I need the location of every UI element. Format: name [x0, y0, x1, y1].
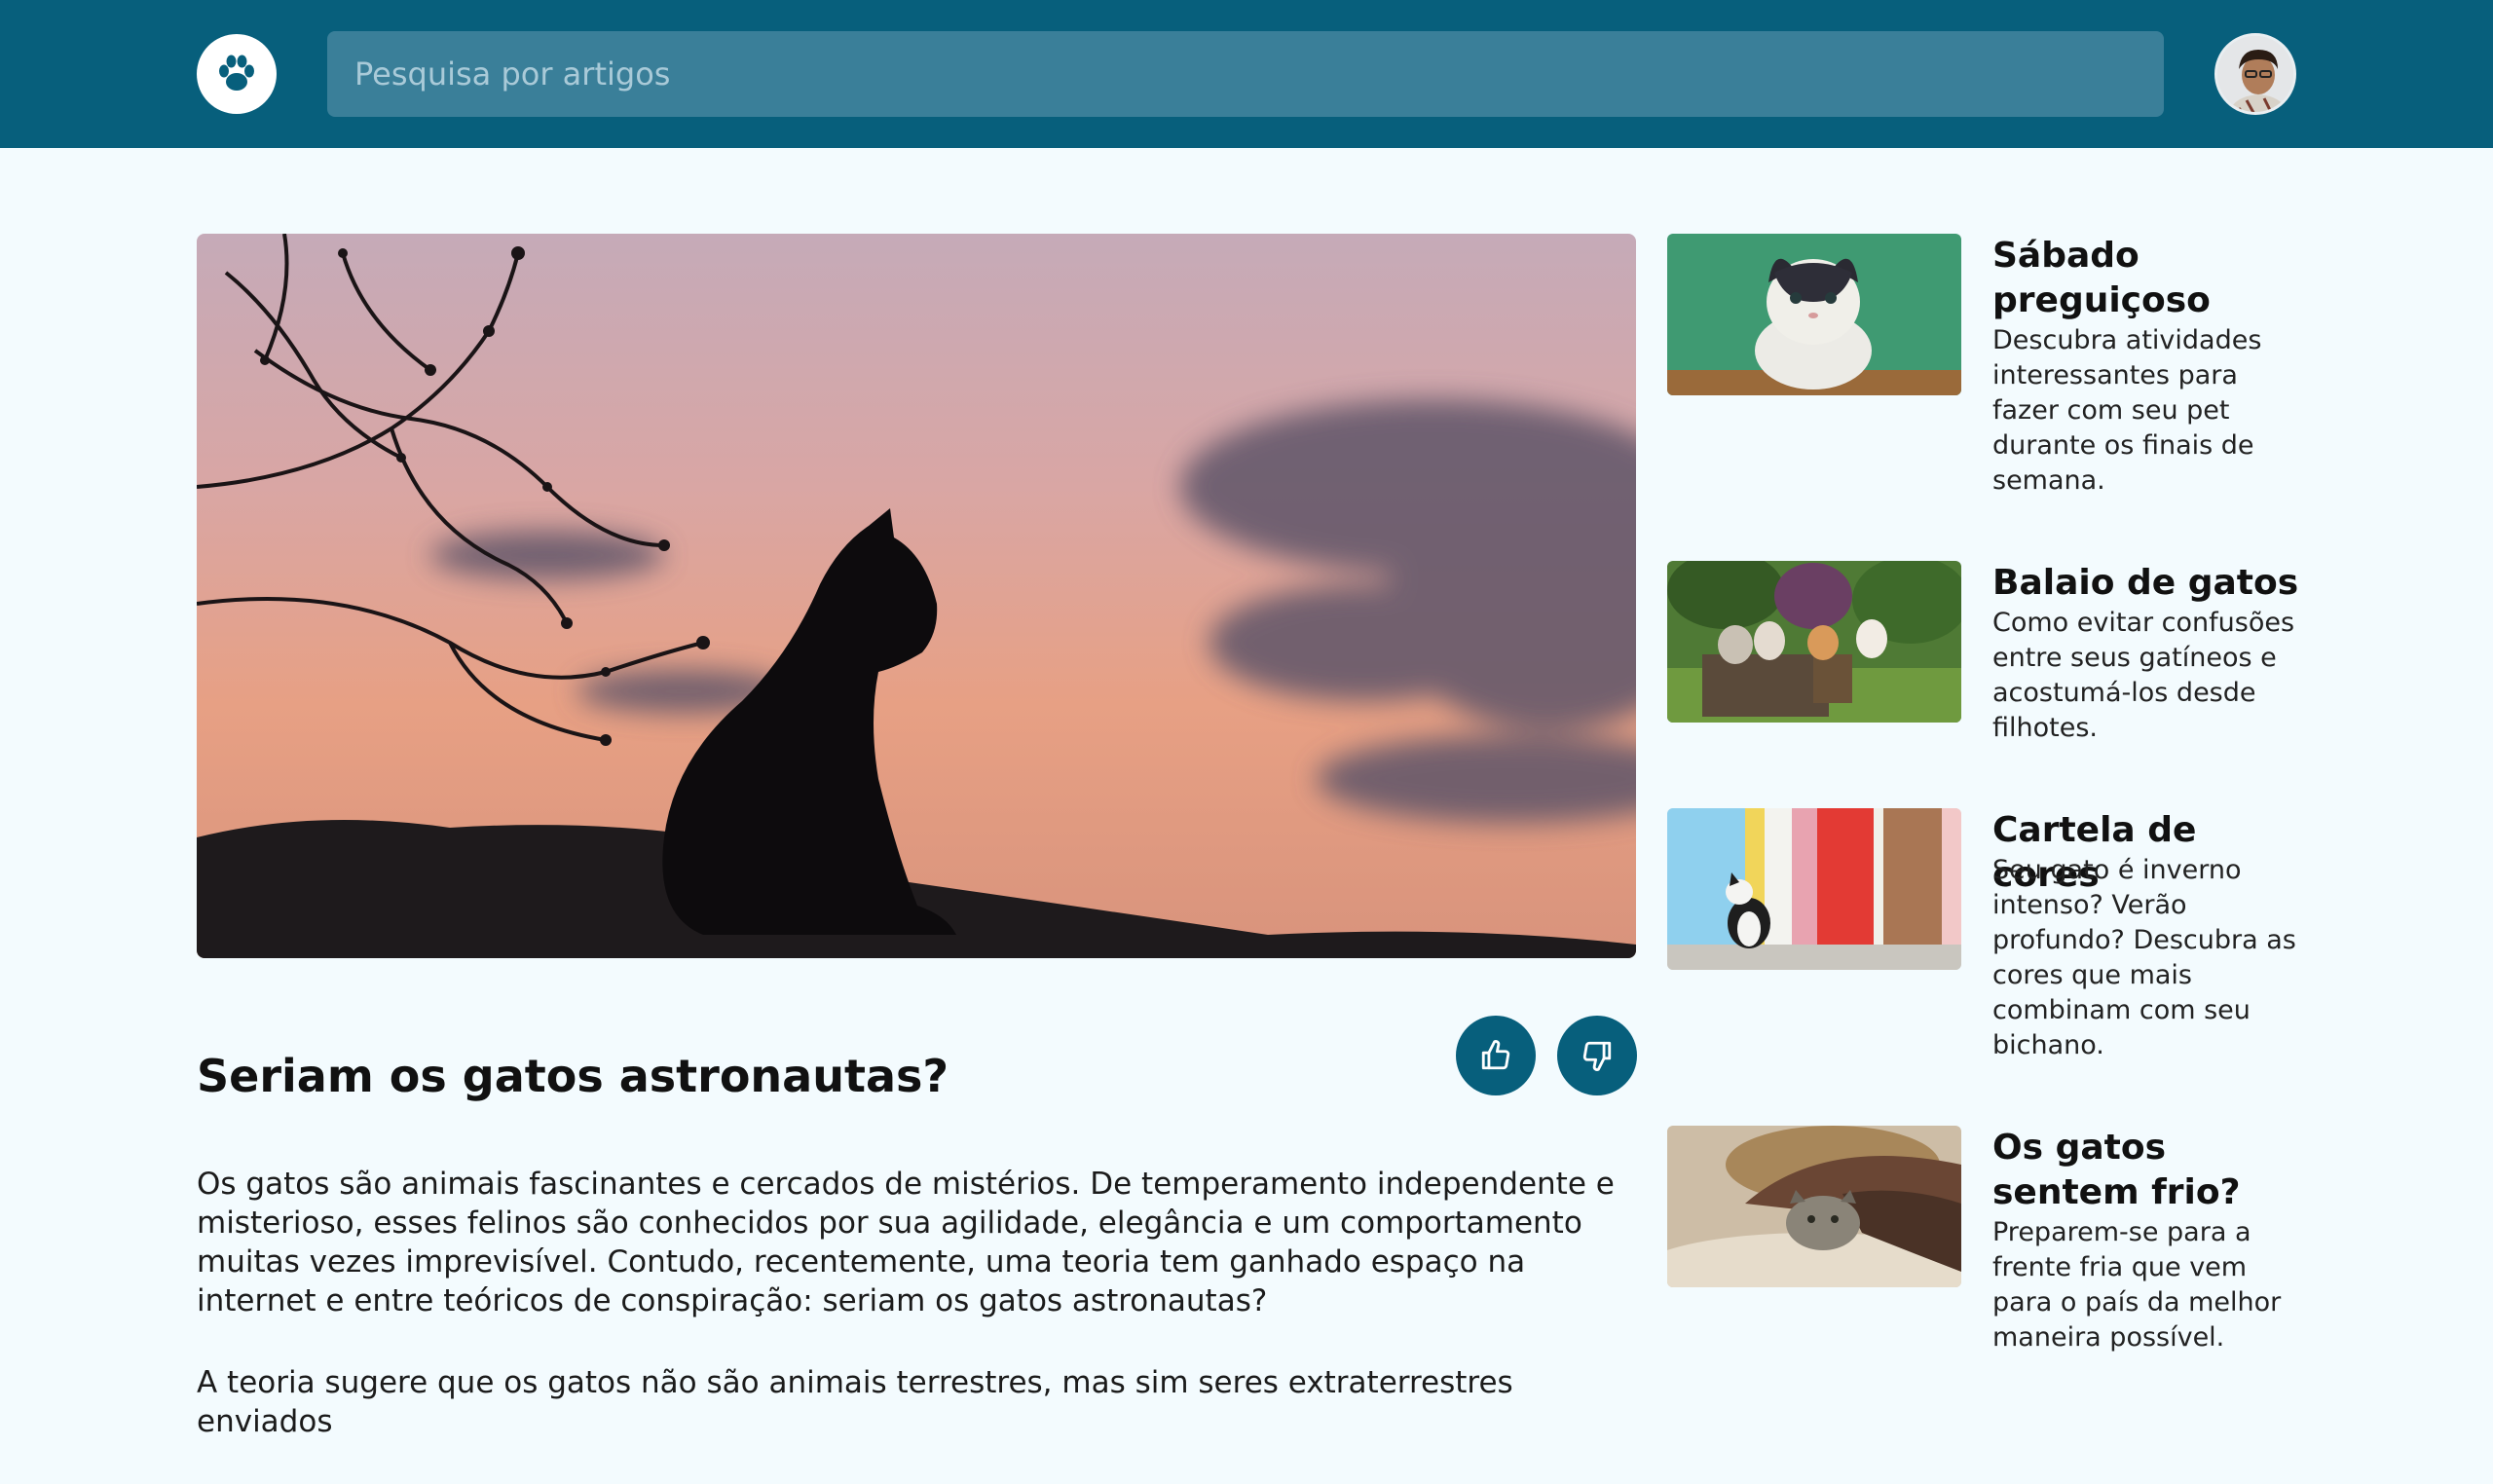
card-title: Balaio de gatos: [1992, 563, 2299, 603]
card-thumbnail: [1667, 234, 1961, 395]
article-paragraph: A teoria sugere que os gatos não são ani…: [197, 1365, 1513, 1439]
card-description: Descubra atividades interessantes para f…: [1992, 325, 2262, 496]
card-thumbnail: [1667, 1126, 1961, 1287]
card-thumbnail: [1667, 561, 1961, 723]
paw-icon: [219, 55, 254, 91]
card-title: Sábado preguiçoso: [1992, 236, 2211, 320]
top-bar: [0, 0, 2493, 148]
card-description: Preparem-se para a frente fria que vem p…: [1992, 1217, 2282, 1353]
search-input[interactable]: [354, 31, 2164, 117]
thumbs-down-icon: [1582, 1041, 1612, 1071]
hero-image: [197, 234, 1636, 958]
thumbs-up-icon: [1481, 1040, 1510, 1070]
search-box: [327, 31, 2164, 117]
avatar[interactable]: [2214, 33, 2296, 115]
user-avatar-image: [2217, 36, 2293, 112]
logo[interactable]: [197, 34, 277, 114]
article-paragraph: Os gatos são animais fascinantes e cerca…: [197, 1167, 1615, 1318]
article-body: Os gatos são animais fascinantes e cerca…: [197, 1165, 1636, 1484]
card-thumbnail: [1667, 808, 1961, 970]
card-description: Seu gato é inverno intenso? Verão profun…: [1992, 855, 2296, 1060]
card-description: Como evitar confusões entre seus gatíneo…: [1992, 608, 2295, 743]
article-title: Seriam os gatos astronautas?: [197, 1050, 949, 1102]
dislike-button[interactable]: [1557, 1016, 1637, 1095]
card-title: Os gatos sentem frio?: [1992, 1128, 2241, 1212]
like-button[interactable]: [1456, 1016, 1536, 1095]
